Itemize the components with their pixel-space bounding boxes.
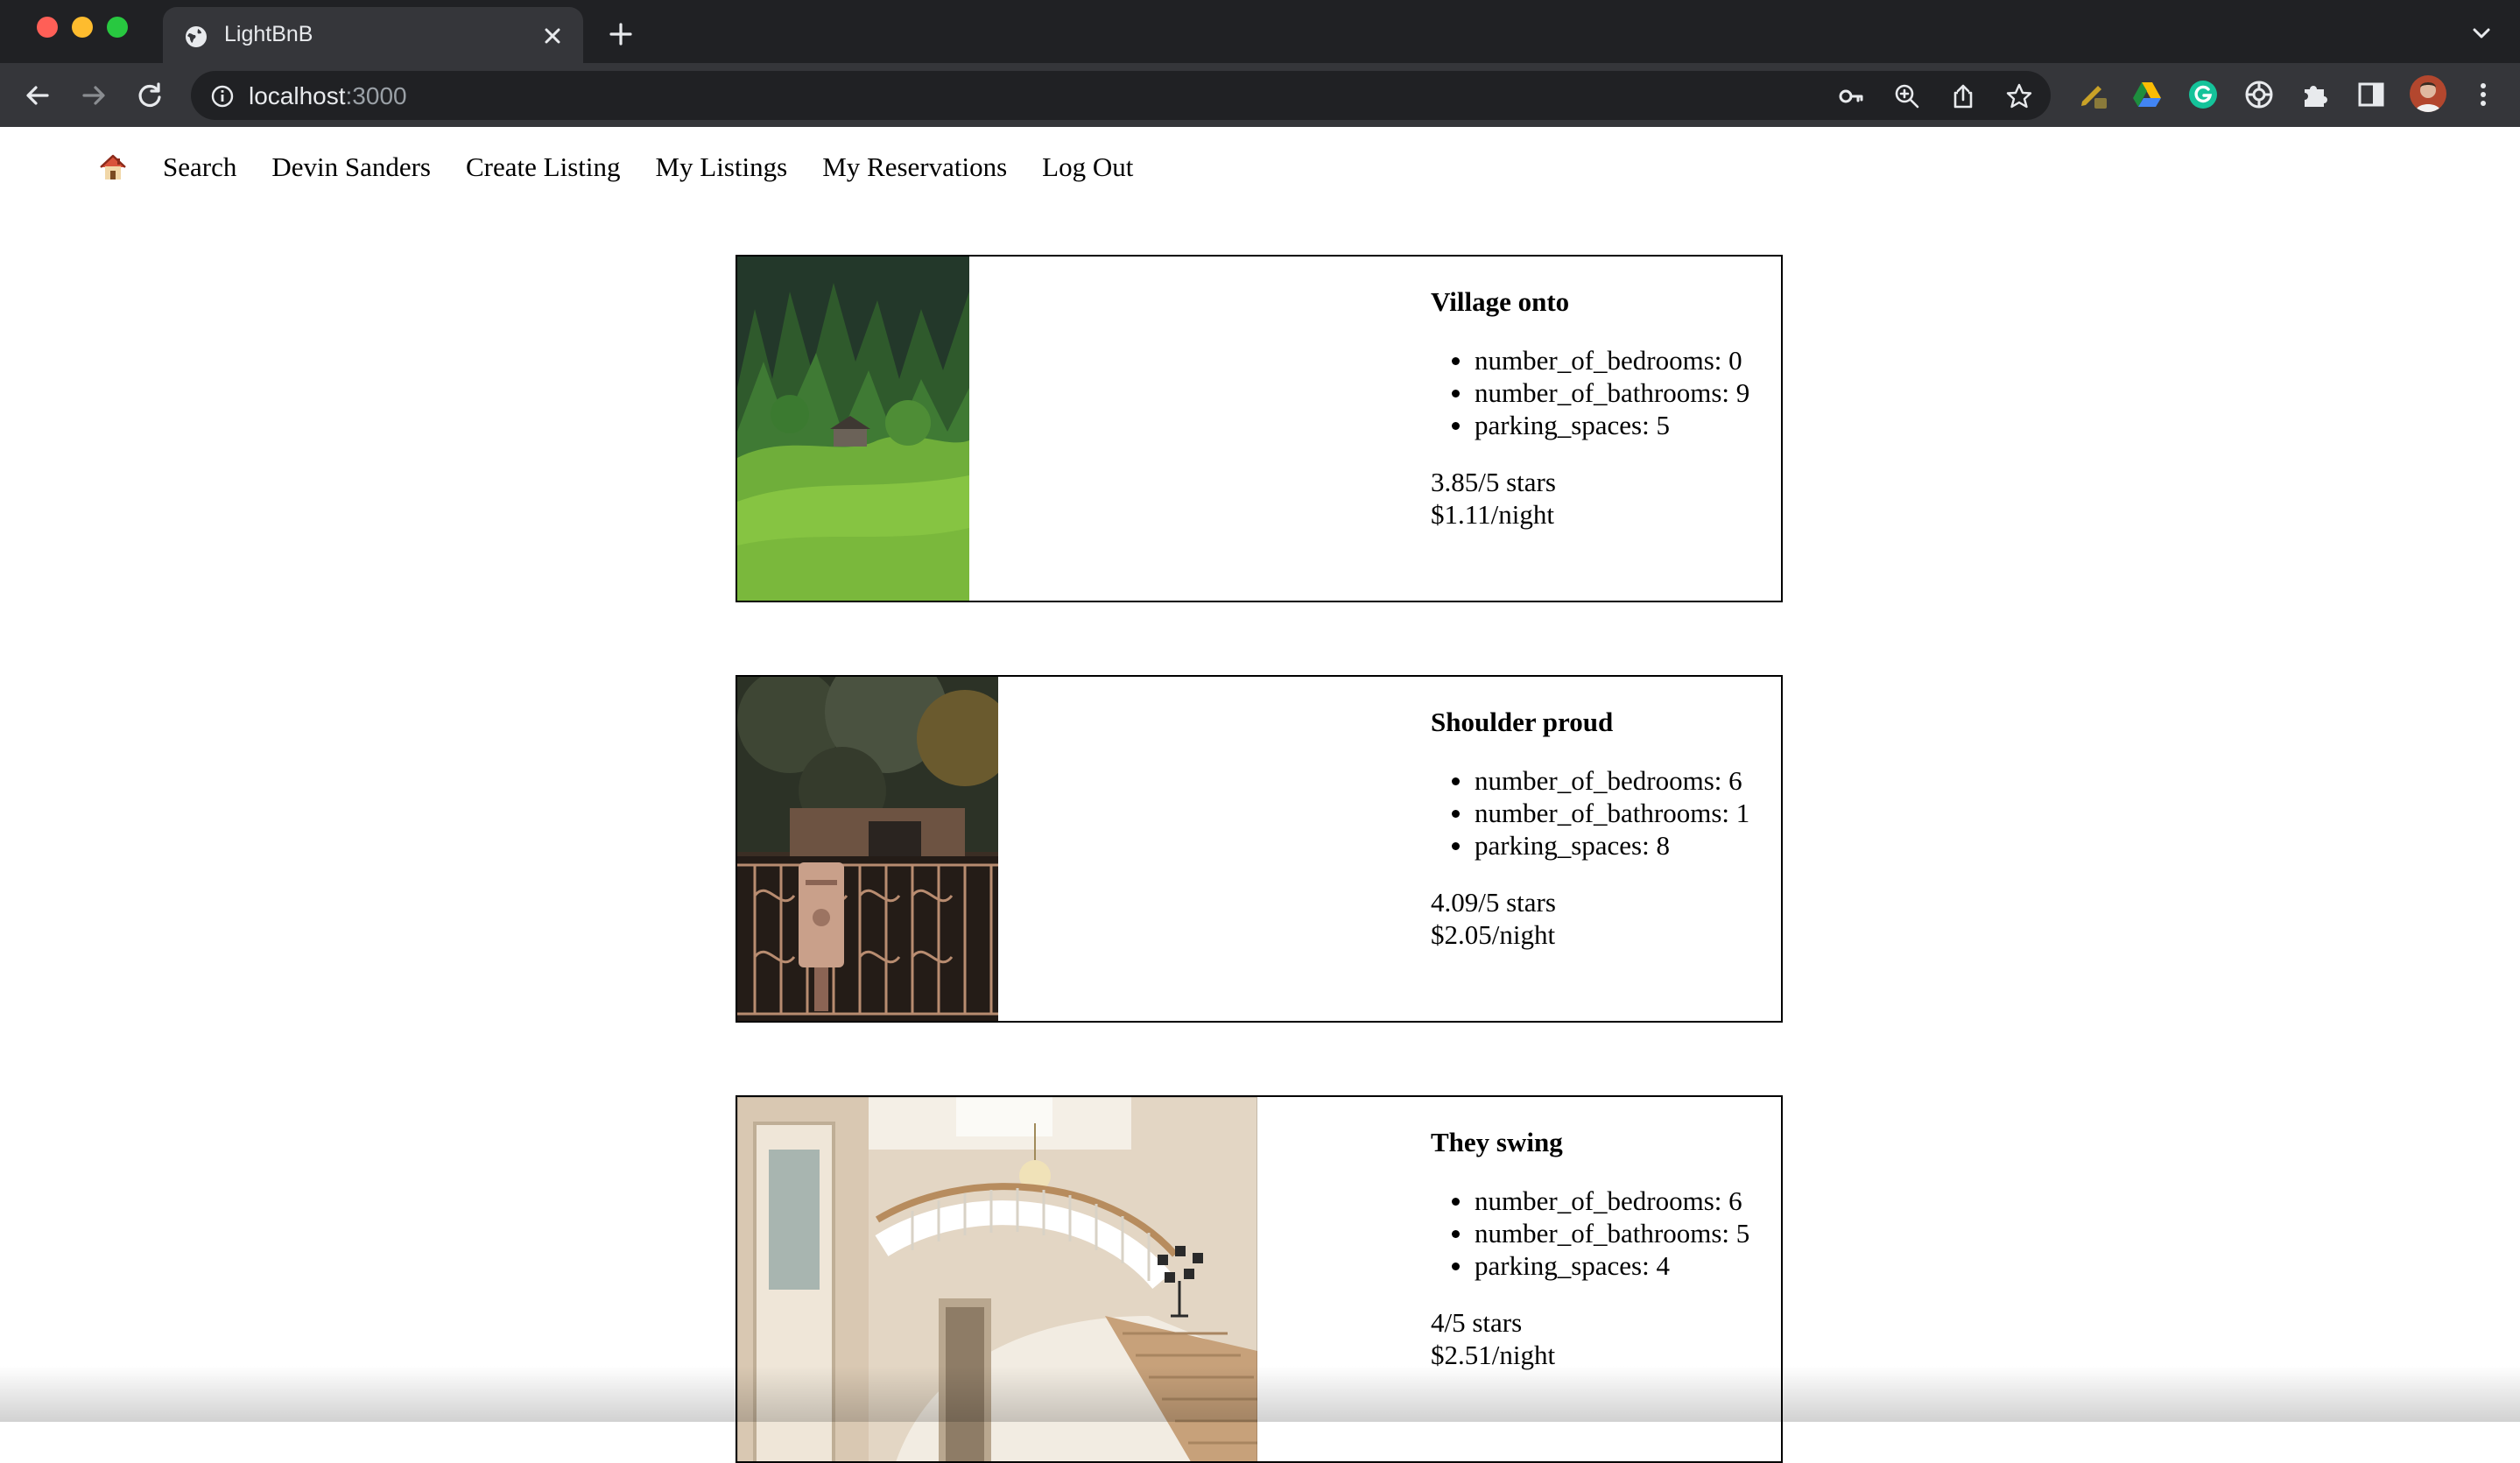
side-panel-icon[interactable]: [2355, 79, 2387, 110]
listing-title[interactable]: They swing: [1431, 1125, 1781, 1160]
close-icon[interactable]: [541, 25, 564, 47]
listing-price: $2.51/night: [1431, 1340, 1556, 1370]
listing-details: number_of_bedrooms: 6 number_of_bathroom…: [1452, 1185, 1781, 1282]
share-icon[interactable]: [1949, 82, 1977, 110]
zoom-icon[interactable]: [1893, 82, 1921, 110]
listing-info: Shoulder proud number_of_bedrooms: 6 num…: [1431, 705, 1781, 951]
listing-rating: 4.09/5 stars: [1431, 887, 1556, 918]
browser-toolbar: localhost:3000: [0, 63, 2520, 127]
url-host: localhost: [249, 82, 346, 109]
tab-strip: LightBnB: [0, 0, 2520, 63]
detail-parking: parking_spaces: 5: [1452, 409, 1781, 441]
detail-bedrooms: number_of_bedrooms: 6: [1452, 1185, 1781, 1217]
extension-pen-icon[interactable]: [2077, 79, 2108, 110]
listing-title[interactable]: Shoulder proud: [1431, 705, 1781, 740]
browser-tab[interactable]: LightBnB: [163, 7, 583, 63]
spiral-staircase-foyer-photo: [737, 1097, 1257, 1461]
listing-details: number_of_bedrooms: 6 number_of_bathroom…: [1452, 764, 1781, 862]
nav-create-listing[interactable]: Create Listing: [466, 151, 620, 183]
detail-bedrooms: number_of_bedrooms: 0: [1452, 344, 1781, 376]
address-bar[interactable]: localhost:3000: [191, 71, 2051, 120]
new-tab-icon[interactable]: [606, 19, 636, 49]
ornate-gate-mailbox-photo: [737, 677, 998, 1021]
browser-chrome: LightBnB localhost:3000: [0, 0, 2520, 127]
listing-rating: 4/5 stars: [1431, 1307, 1523, 1338]
listing-price: $2.05/night: [1431, 919, 1556, 950]
nav-search[interactable]: Search: [163, 151, 236, 183]
listing-card[interactable]: Village onto number_of_bedrooms: 0 numbe…: [736, 255, 1783, 602]
listing-card[interactable]: They swing number_of_bedrooms: 6 number_…: [736, 1095, 1783, 1463]
info-icon[interactable]: [210, 84, 235, 109]
bookmark-star-icon[interactable]: [2005, 82, 2033, 110]
kebab-menu-icon[interactable]: [2467, 79, 2499, 110]
extension-gear-icon[interactable]: [2243, 79, 2275, 110]
window-minimize-button[interactable]: [72, 17, 93, 38]
nav-my-listings[interactable]: My Listings: [655, 151, 787, 183]
chevron-down-icon[interactable]: [2469, 21, 2494, 46]
listing-card[interactable]: Shoulder proud number_of_bedrooms: 6 num…: [736, 675, 1783, 1023]
detail-bathrooms: number_of_bathrooms: 1: [1452, 797, 1781, 829]
grammarly-icon[interactable]: [2187, 79, 2219, 110]
nav-user-name[interactable]: Devin Sanders: [271, 151, 431, 183]
profile-avatar[interactable]: [2410, 75, 2446, 112]
listing-info: They swing number_of_bedrooms: 6 number_…: [1431, 1125, 1781, 1371]
reload-icon[interactable]: [133, 79, 166, 112]
detail-bedrooms: number_of_bedrooms: 6: [1452, 764, 1781, 797]
house-icon[interactable]: [98, 152, 128, 182]
url-port: :3000: [345, 82, 407, 109]
page-content: Search Devin Sanders Create Listing My L…: [0, 127, 2520, 1463]
forest-hillside-cabin-photo: [737, 257, 969, 601]
listing-title[interactable]: Village onto: [1431, 285, 1781, 320]
globe-icon: [186, 26, 207, 47]
google-drive-icon[interactable]: [2131, 79, 2163, 110]
nav-my-reservations[interactable]: My Reservations: [822, 151, 1007, 183]
avatar-person-icon: [2415, 82, 2441, 112]
site-nav: Search Devin Sanders Create Listing My L…: [98, 150, 1168, 185]
tab-title: LightBnB: [224, 22, 313, 46]
window-close-button[interactable]: [37, 17, 58, 38]
forward-arrow-icon[interactable]: [77, 79, 110, 112]
back-arrow-icon[interactable]: [21, 79, 54, 112]
key-icon[interactable]: [1837, 82, 1865, 110]
nav-log-out[interactable]: Log Out: [1042, 151, 1133, 183]
detail-bathrooms: number_of_bathrooms: 5: [1452, 1217, 1781, 1249]
detail-bathrooms: number_of_bathrooms: 9: [1452, 376, 1781, 409]
puzzle-extensions-icon[interactable]: [2299, 79, 2331, 110]
listing-info: Village onto number_of_bedrooms: 0 numbe…: [1431, 285, 1781, 531]
listing-details: number_of_bedrooms: 0 number_of_bathroom…: [1452, 344, 1781, 441]
window-zoom-button[interactable]: [107, 17, 128, 38]
url-text[interactable]: localhost:3000: [249, 82, 407, 110]
listing-rating: 3.85/5 stars: [1431, 467, 1556, 497]
detail-parking: parking_spaces: 4: [1452, 1249, 1781, 1282]
listing-price: $1.11/night: [1431, 499, 1554, 530]
detail-parking: parking_spaces: 8: [1452, 829, 1781, 862]
